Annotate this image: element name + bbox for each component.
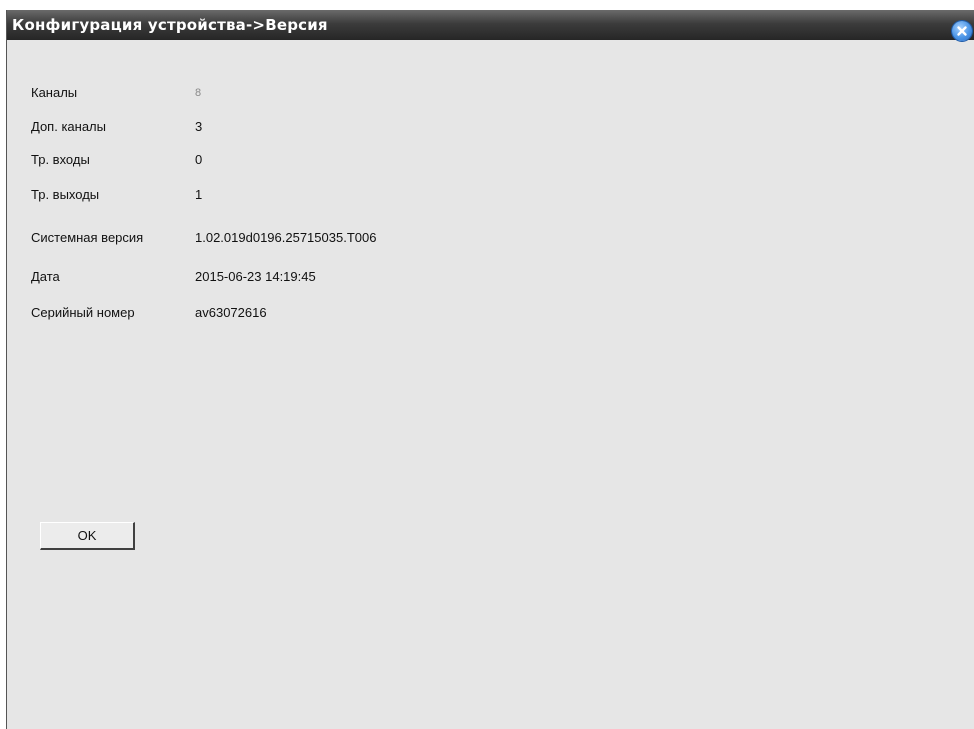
channels-value: 8 [195, 87, 202, 99]
serial-number-label: Серийный номер [31, 305, 135, 320]
close-icon [957, 26, 967, 36]
date-value: 2015-06-23 14:19:45 [195, 269, 316, 284]
system-version-label: Системная версия [31, 230, 144, 245]
date-label: Дата [31, 269, 60, 284]
dialog-window: Конфигурация устройства->Версия Каналы 8… [6, 10, 974, 729]
extra-channels-label: Доп. каналы [31, 119, 106, 134]
extra-channels-value: 3 [195, 119, 203, 134]
channels-label: Каналы [31, 85, 78, 100]
alarm-inputs-value: 0 [195, 152, 203, 167]
alarm-outputs-label: Тр. выходы [31, 187, 100, 202]
serial-number-value: av63072616 [195, 305, 267, 320]
ok-button[interactable]: OK [40, 522, 135, 550]
close-button[interactable] [952, 21, 972, 41]
alarm-inputs-label: Тр. входы [31, 152, 90, 167]
window-title: Конфигурация устройства->Версия [12, 16, 328, 34]
system-version-value: 1.02.019d0196.25715035.T006 [195, 230, 377, 245]
title-bar: Конфигурация устройства->Версия [7, 10, 974, 40]
alarm-outputs-value: 1 [195, 187, 203, 202]
